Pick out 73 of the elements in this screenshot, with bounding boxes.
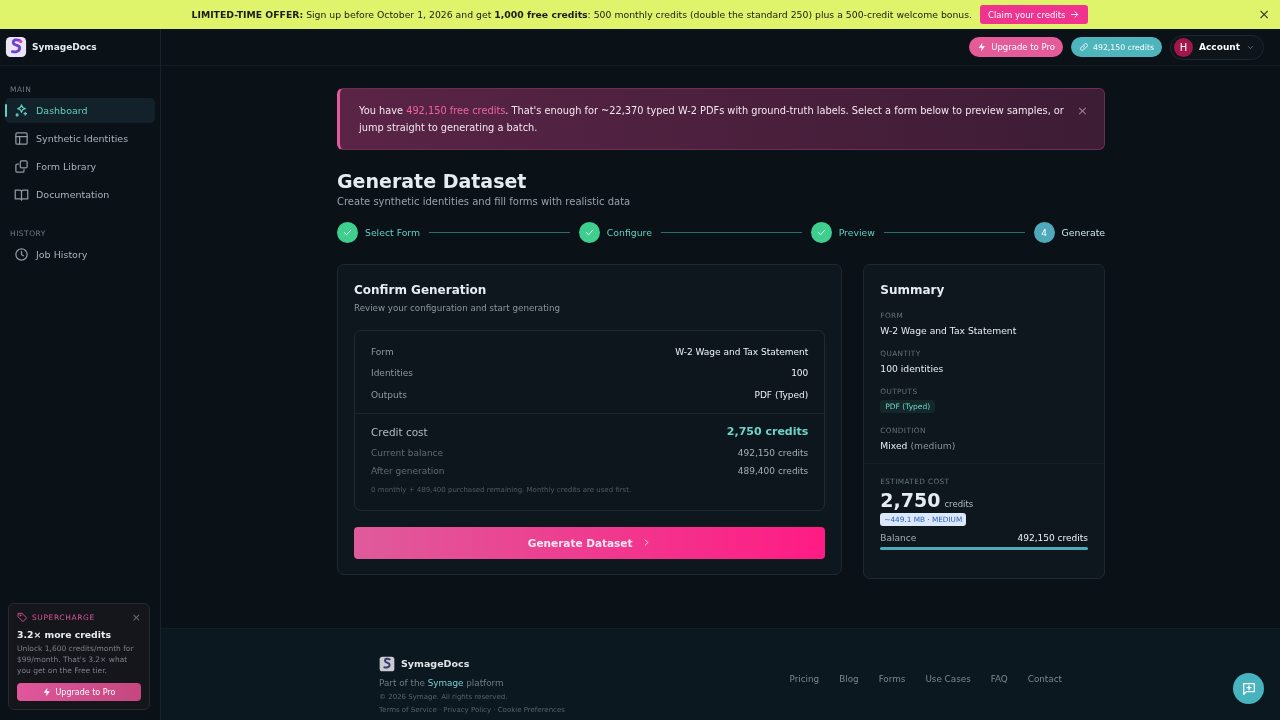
upgrade-button[interactable]: Upgrade to Pro <box>17 683 141 701</box>
logo-icon <box>379 655 395 672</box>
logo-icon <box>5 36 27 58</box>
symage-link[interactable]: Symage <box>427 677 464 688</box>
balance-value: 492,150 credits <box>737 447 809 458</box>
sidebar-item[interactable]: Dashboard <box>5 98 155 123</box>
brand-name: SymageDocs <box>32 42 97 52</box>
footer-link[interactable]: Blog <box>839 673 859 684</box>
detail-label: Outputs <box>371 389 407 400</box>
footer-link[interactable]: Use Cases <box>925 673 971 684</box>
footer-tagline: Part of the Symage platform <box>379 677 505 688</box>
sidebar-item[interactable]: Synthetic Identities <box>5 126 155 151</box>
card-title: Summary <box>880 283 946 297</box>
link-icon <box>1079 42 1089 52</box>
arrow-right-icon <box>1069 9 1081 20</box>
sidebar-item[interactable]: Form Library <box>5 154 155 179</box>
page-subtitle: Create synthetic identities and fill forms with realistic data <box>337 196 632 207</box>
account-button[interactable]: H Account <box>1170 34 1264 60</box>
close-button[interactable]: × <box>131 612 141 623</box>
bolt-icon <box>42 687 53 697</box>
bolt-icon <box>977 42 988 52</box>
detail-value: W-2 Wage and Tax Statement <box>675 346 809 357</box>
step-label: Select Form <box>365 227 421 238</box>
sidebar-item[interactable]: Documentation <box>5 182 155 207</box>
close-button[interactable]: × <box>1258 7 1270 21</box>
table-icon <box>14 131 29 146</box>
upgrade-button[interactable]: Upgrade to Pro <box>969 37 1063 57</box>
sparkles-icon <box>14 103 29 118</box>
clock-icon <box>14 247 29 262</box>
close-button[interactable]: × <box>1077 104 1088 117</box>
check-icon <box>583 227 595 238</box>
footer-link[interactable]: FAQ <box>990 673 1008 684</box>
footer-link[interactable]: Pricing <box>789 673 820 684</box>
field-note: (medium) <box>910 440 956 451</box>
detail-label: Form <box>371 346 394 357</box>
page-title: Generate Dataset <box>337 169 528 193</box>
footer-brand: SymageDocs <box>401 658 470 669</box>
check-icon <box>342 227 353 238</box>
step-label: Generate <box>1061 227 1105 238</box>
detail-value: 100 <box>791 368 809 379</box>
cost-value: 2,750 credits <box>726 425 809 438</box>
card-title: Confirm Generation <box>354 283 488 297</box>
cost-amount: 2,750 <box>880 489 941 511</box>
notice-text: You have 492,150 free credits. That's enough for ~22,370 typed W-2 PDFs with ground-truth labels. Select a form below to preview samples, or jump straight to generating a batch. <box>359 104 1065 135</box>
upsell-title: 3.2× more credits <box>17 629 112 640</box>
cost-unit: credits <box>944 499 974 509</box>
detail-label: Identities <box>371 368 413 379</box>
step-label: Configure <box>606 227 652 238</box>
balance-label: Current balance <box>371 447 444 458</box>
step-label: Preview <box>838 227 875 238</box>
tag-icon <box>17 612 28 623</box>
balance-label: After generation <box>371 466 445 477</box>
sidebar-item[interactable]: Job History <box>5 242 155 267</box>
copy-icon <box>14 159 29 174</box>
book-icon <box>14 187 29 202</box>
detail-value: PDF (Typed) <box>754 389 809 400</box>
balance-value: 489,400 credits <box>737 466 809 477</box>
field-value: W-2 Wage and Tax Statement <box>880 325 1018 336</box>
field-value: Mixed <box>880 440 908 451</box>
footer-link[interactable]: Contact <box>1027 673 1062 684</box>
generate-button[interactable]: Generate Dataset <box>354 526 826 559</box>
field-value: 100 identities <box>880 363 945 374</box>
avatar: H <box>1174 37 1194 57</box>
chat-icon <box>1240 680 1257 697</box>
cost-label: Credit cost <box>371 425 428 438</box>
balance-value: 492,150 credits <box>1017 533 1088 543</box>
claim-credits-button[interactable]: Claim your credits <box>980 5 1089 24</box>
footer-link[interactable]: Forms <box>878 673 906 684</box>
check-icon <box>815 227 827 238</box>
card-subtitle: Review your configuration and start generating <box>354 303 561 313</box>
step-number: 4 <box>1033 222 1055 243</box>
promo-text: LIMITED-TIME OFFER: Sign up before October 1, 2026 and get 1,000 free credits: 500 monthly credits (double the standard 250) plus a 500-credit welcome bonus. <box>191 9 973 20</box>
balance-label: Balance <box>880 533 917 543</box>
